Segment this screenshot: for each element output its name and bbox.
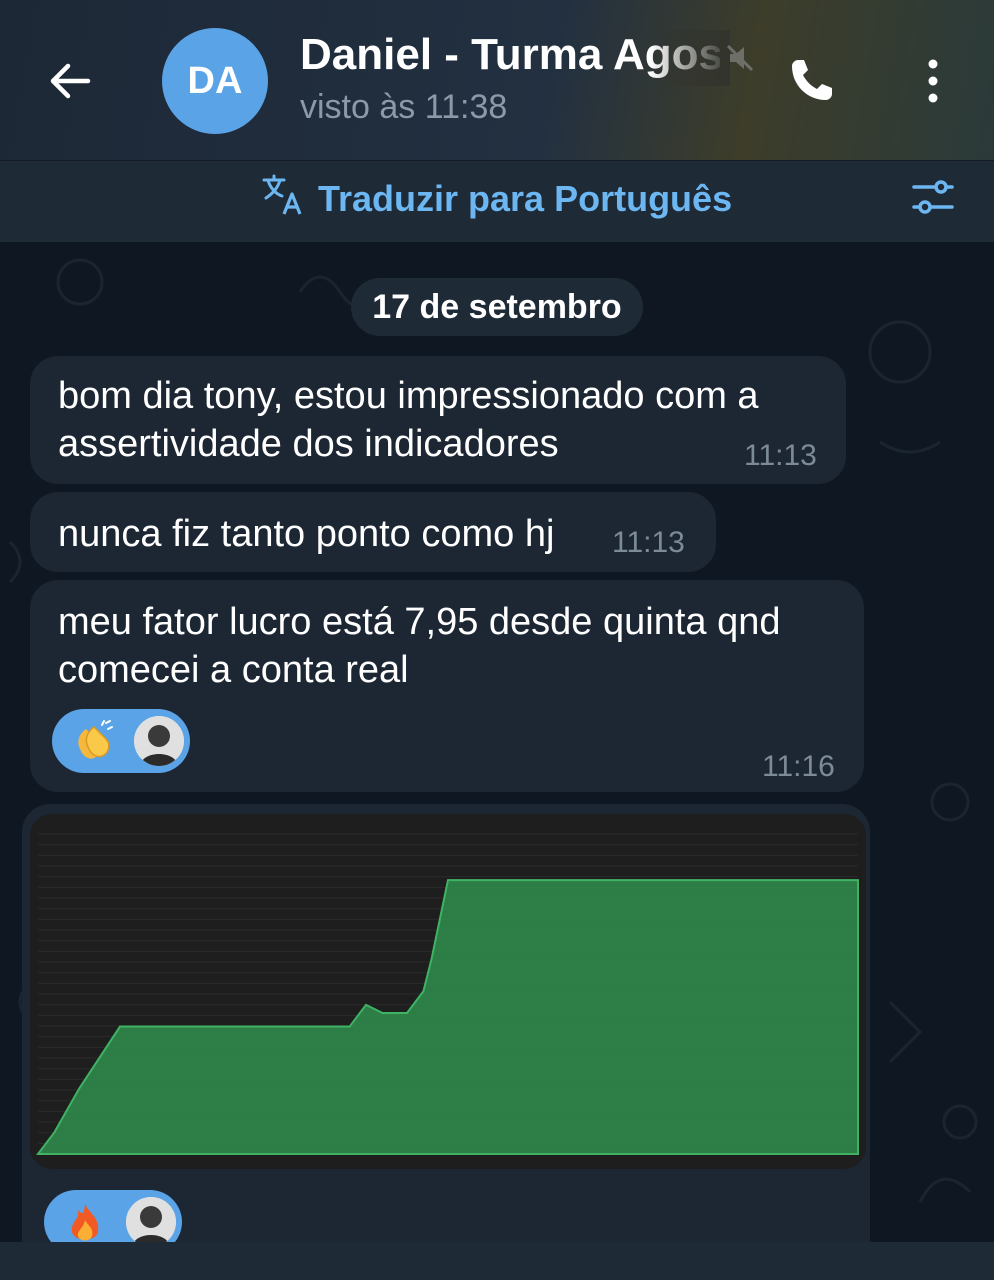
translate-label[interactable]: Traduzir para Português bbox=[318, 178, 732, 220]
chart-screenshot[interactable] bbox=[30, 814, 866, 1169]
back-arrow-icon[interactable] bbox=[44, 55, 96, 107]
translate-icon[interactable] bbox=[260, 172, 306, 218]
more-vertical-icon[interactable] bbox=[918, 56, 948, 106]
clapping-hands-emoji bbox=[78, 720, 113, 759]
avatar[interactable]: DA bbox=[162, 28, 268, 134]
message-time: 11:16 bbox=[762, 750, 835, 783]
chat-header: DA Daniel - Turma Agos visto às 11:38 bbox=[0, 0, 994, 160]
reaction-chip[interactable] bbox=[52, 709, 190, 773]
message-text: assertividade dos indicadores bbox=[58, 423, 559, 465]
person-photo bbox=[134, 716, 184, 766]
reaction-avatar bbox=[134, 716, 184, 766]
person-photo bbox=[126, 1197, 176, 1242]
message-time: 11:13 bbox=[744, 439, 817, 472]
message-text: comecei a conta real bbox=[58, 649, 409, 691]
chat-area: 17 de setembro bom dia tony, estou impre… bbox=[0, 242, 994, 1242]
mute-icon bbox=[726, 44, 754, 72]
message-text: bom dia tony, estou impressionado com a bbox=[58, 375, 759, 417]
message-time: 11:13 bbox=[612, 526, 685, 559]
fire-emoji bbox=[71, 1204, 99, 1241]
message-text: nunca fiz tanto ponto como hj bbox=[58, 513, 555, 555]
profit-chart bbox=[30, 814, 866, 1169]
last-seen-status: visto às 11:38 bbox=[300, 88, 508, 126]
name-fade bbox=[650, 30, 730, 86]
reaction-avatar bbox=[126, 1197, 176, 1242]
reaction-chip[interactable] bbox=[44, 1190, 182, 1242]
input-bar[interactable] bbox=[0, 1242, 994, 1280]
date-separator: 17 de setembro bbox=[351, 278, 643, 336]
phone-icon[interactable] bbox=[786, 54, 838, 106]
message-text: meu fator lucro está 7,95 desde quinta q… bbox=[58, 601, 781, 643]
settings-sliders-icon[interactable] bbox=[910, 174, 956, 220]
